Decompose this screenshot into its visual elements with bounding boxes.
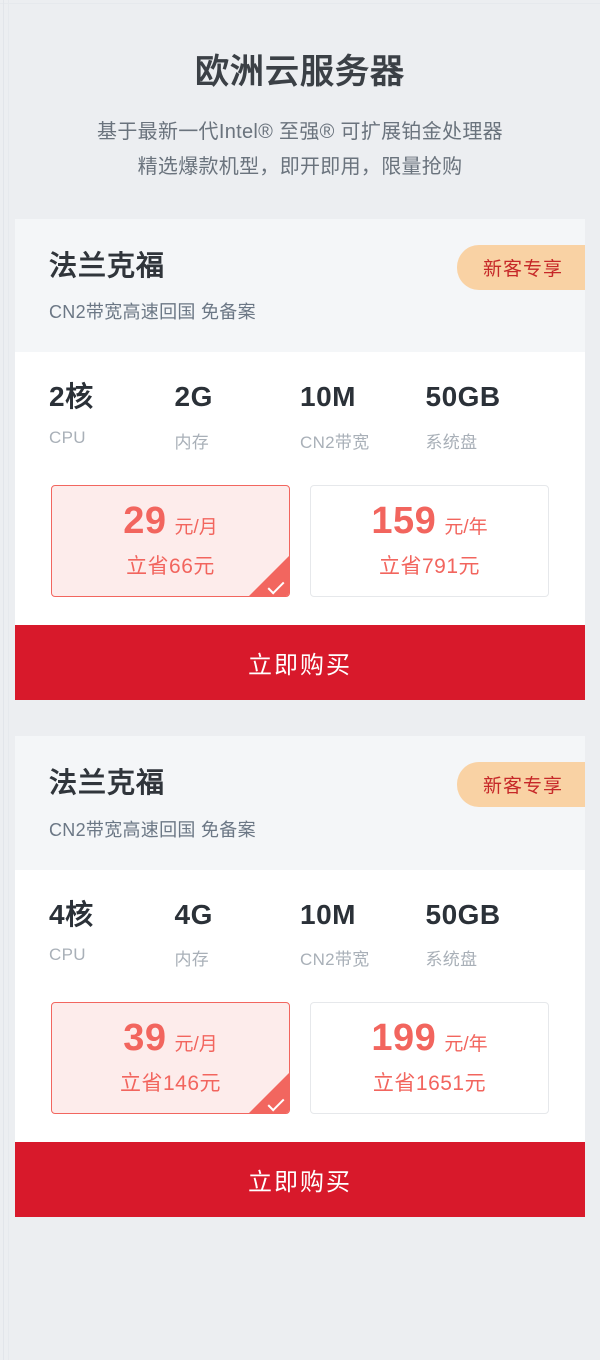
spec-value: 2核	[49, 381, 94, 413]
price-unit: 元/月	[174, 516, 218, 538]
hero-subtitle-line-2: 精选爆款机型，即开即用，限量抢购	[137, 155, 463, 178]
spec-value: 4G	[174, 898, 213, 930]
product-region-subtitle: CN2带宽高速回国 免备案	[49, 819, 256, 840]
spec-item-cpu: 4核 CPU	[49, 898, 175, 971]
spec-label: 系统盘	[425, 432, 478, 452]
spec-label: CPU	[49, 427, 86, 447]
price-unit: 元/年	[444, 516, 488, 538]
check-icon	[249, 555, 289, 596]
price-unit: 元/月	[174, 1034, 218, 1056]
hero-subtitle: 基于最新一代Intel® 至强® 可扩展铂金处理器 精选爆款机型，即开即用，限量…	[0, 117, 600, 183]
spec-row: 2核 CPU 2G 内存 10M CN2带宽 50GB 系统盘	[15, 352, 585, 459]
price-option-yearly[interactable]: 159 元/年 立省791元	[310, 484, 549, 597]
price-savings: 立省66元	[126, 554, 215, 578]
price-amount: 29	[123, 499, 167, 542]
new-customer-badge: 新客专享	[456, 244, 585, 290]
spec-label: CPU	[49, 945, 86, 965]
price-option-group: 39 元/月 立省146元 199 元/年 立省1651元	[15, 976, 585, 1143]
spec-item-cpu: 2核 CPU	[49, 380, 175, 453]
price-savings: 立省1651元	[372, 1072, 487, 1096]
price-option-monthly[interactable]: 39 元/月 立省146元	[51, 1002, 290, 1115]
page-title: 欧洲云服务器	[195, 53, 405, 91]
price-headline: 39 元/月	[62, 1019, 279, 1057]
spec-value: 10M	[300, 898, 356, 930]
product-card-header: 法兰克福 CN2带宽高速回国 免备案 新客专享	[15, 735, 585, 870]
price-savings: 立省146元	[119, 1072, 222, 1096]
price-option-group: 29 元/月 立省66元 159 元/年 立省791元	[15, 458, 585, 625]
spec-value: 2G	[174, 381, 213, 413]
spec-label: 系统盘	[425, 950, 478, 970]
product-card: 法兰克福 CN2带宽高速回国 免备案 新客专享 4核 CPU 4G 内存 10M…	[15, 735, 585, 1218]
hero-subtitle-line-1: 基于最新一代Intel® 至强® 可扩展铂金处理器	[97, 120, 503, 143]
price-savings: 立省791元	[378, 554, 481, 578]
price-amount: 199	[371, 1017, 437, 1060]
product-card-list: 法兰克福 CN2带宽高速回国 免备案 新客专享 2核 CPU 2G 内存 10M…	[0, 218, 600, 1218]
price-headline: 159 元/年	[321, 502, 538, 540]
price-amount: 39	[123, 1017, 167, 1060]
spec-item-disk: 50GB 系统盘	[426, 380, 552, 453]
buy-now-button[interactable]: 立即购买	[15, 1142, 585, 1218]
price-amount: 159	[371, 499, 437, 542]
price-headline: 29 元/月	[62, 502, 279, 540]
spec-label: 内存	[174, 432, 210, 452]
spec-item-bandwidth: 10M CN2带宽	[300, 898, 426, 971]
spec-value: 50GB	[425, 898, 501, 930]
product-card: 法兰克福 CN2带宽高速回国 免备案 新客专享 2核 CPU 2G 内存 10M…	[15, 218, 585, 700]
spec-row: 4核 CPU 4G 内存 10M CN2带宽 50GB 系统盘	[15, 869, 585, 977]
spec-label: 内存	[174, 950, 210, 970]
spec-value: 10M	[300, 381, 356, 413]
hero-section: 欧洲云服务器 基于最新一代Intel® 至强® 可扩展铂金处理器 精选爆款机型，…	[0, 52, 600, 183]
spec-value: 50GB	[425, 381, 501, 413]
spec-label: CN2带宽	[300, 432, 370, 452]
spec-item-bandwidth: 10M CN2带宽	[300, 380, 426, 453]
new-customer-badge: 新客专享	[456, 761, 585, 807]
product-region-subtitle: CN2带宽高速回国 免备案	[49, 302, 256, 323]
spec-item-memory: 4G 内存	[175, 898, 301, 971]
check-icon	[249, 1073, 289, 1114]
price-headline: 199 元/年	[321, 1019, 538, 1057]
buy-now-button[interactable]: 立即购买	[15, 624, 585, 700]
spec-item-disk: 50GB 系统盘	[426, 898, 552, 971]
spec-label: CN2带宽	[300, 950, 370, 970]
price-unit: 元/年	[444, 1034, 488, 1056]
spec-value: 4核	[49, 898, 94, 930]
page-content: 欧洲云服务器 基于最新一代Intel® 至强® 可扩展铂金处理器 精选爆款机型，…	[0, 0, 600, 1218]
spec-item-memory: 2G 内存	[175, 380, 301, 453]
product-card-header: 法兰克福 CN2带宽高速回国 免备案 新客专享	[15, 218, 585, 353]
price-option-yearly[interactable]: 199 元/年 立省1651元	[310, 1002, 549, 1115]
price-option-monthly[interactable]: 29 元/月 立省66元	[51, 484, 290, 597]
